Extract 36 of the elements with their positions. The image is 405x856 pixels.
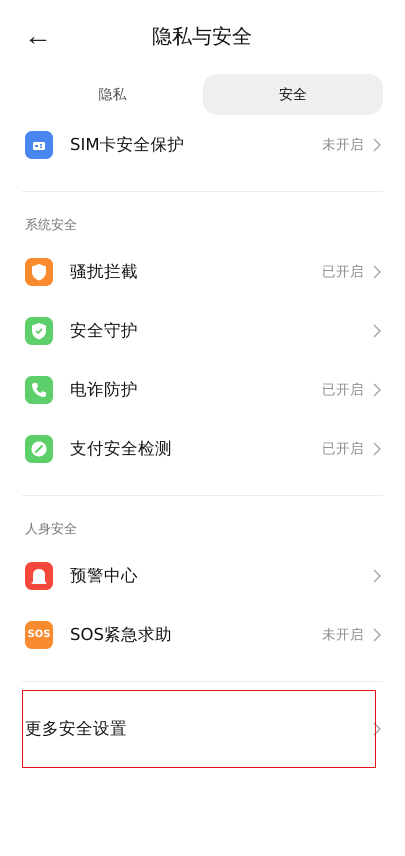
row-label: 骚扰拦截 [70,260,139,282]
row-label: 电诈防护 [70,378,139,400]
settings-row[interactable]: SIM卡安全保护 未开启 [0,115,405,174]
section-title: 人身安全 [25,521,78,538]
settings-row[interactable]: 支付安全检测 已开启 [0,419,405,478]
chevron-icon [373,264,381,278]
page-title: 隐私与安全 [151,22,253,50]
row-label: 更多安全设置 [25,718,128,740]
row-label: 支付安全检测 [70,438,173,460]
status-text: 已开启 [322,262,364,280]
chevron-icon [373,442,381,456]
row-label: SOS紧急求助 [70,624,173,646]
chevron-icon [373,722,381,736]
status-text: 未开启 [322,626,364,644]
settings-row[interactable]: 骚扰拦截 已开启 [0,242,405,301]
settings-row[interactable]: SOS SOS紧急求助 未开启 [0,605,405,664]
status-text: 未开启 [322,136,364,154]
status-text: 已开启 [322,440,364,458]
row-label: 预警中心 [70,564,139,586]
settings-row[interactable]: 安全守护 [0,301,405,360]
settings-row[interactable]: 更多安全设置 [0,690,405,768]
status-text: 已开启 [322,380,364,398]
sos-icon: SOS [25,620,53,648]
back-button[interactable]: ← [24,22,52,50]
section-title: 系统安全 [25,217,78,234]
chevron-icon [373,568,381,582]
tab[interactable]: 安全 [202,74,383,115]
row-label: SIM卡安全保护 [70,134,186,156]
chevron-icon [373,324,381,338]
row-label: 安全守护 [70,320,139,342]
settings-row[interactable]: 电诈防护 已开启 [0,360,405,419]
chevron-icon [373,138,381,152]
tab[interactable]: 隐私 [22,74,202,115]
chevron-icon [373,382,381,396]
settings-row[interactable]: 预警中心 [0,546,405,605]
chevron-icon [373,628,381,642]
